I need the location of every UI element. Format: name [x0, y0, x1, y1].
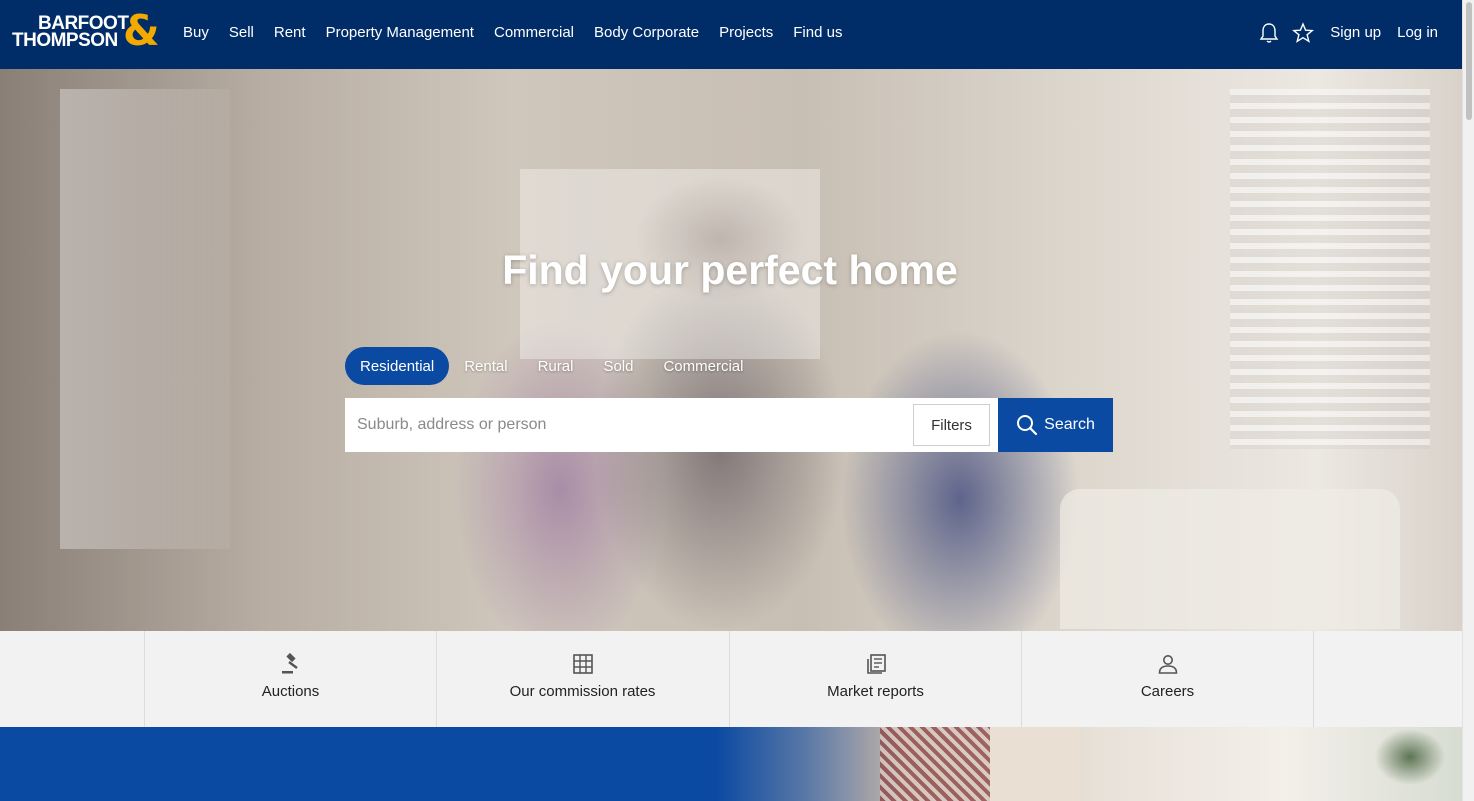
promo-banner	[0, 727, 1462, 801]
quick-link-label: Careers	[1140, 683, 1195, 700]
quick-link-label: Our commission rates	[509, 683, 656, 700]
nav-rent[interactable]: Rent	[274, 24, 306, 41]
person-icon	[1157, 653, 1179, 675]
gavel-icon	[280, 653, 302, 675]
search-type-tabs: Residential Rental Rural Sold Commercial	[345, 347, 758, 385]
hero-photo-sofa	[1060, 489, 1400, 629]
banner-photo-plant	[1370, 727, 1462, 801]
nav-property-management[interactable]: Property Management	[326, 24, 474, 41]
tab-rural[interactable]: Rural	[523, 347, 589, 385]
quick-link-auctions[interactable]: Auctions	[144, 631, 436, 727]
tab-commercial[interactable]: Commercial	[648, 347, 758, 385]
quick-links-divider	[1313, 631, 1314, 727]
nav-body-corporate[interactable]: Body Corporate	[594, 24, 699, 41]
logo-line-2: THOMPSON	[12, 30, 118, 51]
hero-photo-curtain	[60, 89, 230, 549]
quick-link-label: Market reports	[827, 683, 924, 700]
nav-find-us[interactable]: Find us	[793, 24, 842, 41]
quick-link-market-reports[interactable]: Market reports	[729, 631, 1021, 727]
star-icon[interactable]	[1292, 21, 1315, 44]
nav-buy[interactable]: Buy	[183, 24, 209, 41]
filters-button[interactable]: Filters	[913, 404, 990, 446]
user-nav: Sign up Log in	[1258, 0, 1438, 65]
log-in-link[interactable]: Log in	[1397, 24, 1438, 41]
search-bar: Filters Search	[345, 398, 1113, 452]
search-input[interactable]	[345, 398, 911, 452]
quick-link-careers[interactable]: Careers	[1021, 631, 1313, 727]
nav-commercial[interactable]: Commercial	[494, 24, 574, 41]
search-button-label: Search	[1044, 416, 1095, 433]
bell-icon[interactable]	[1258, 22, 1280, 44]
nav-projects[interactable]: Projects	[719, 24, 773, 41]
site-logo[interactable]: BARFOOT THOMPSON &	[12, 10, 160, 56]
banner-photo-sleeve	[990, 727, 1080, 801]
nav-sell[interactable]: Sell	[229, 24, 254, 41]
search-button[interactable]: Search	[998, 398, 1113, 452]
hero-title: Find your perfect home	[502, 247, 958, 293]
tab-sold[interactable]: Sold	[588, 347, 648, 385]
search-icon	[1016, 414, 1038, 436]
quick-links: Auctions Our commission rates Market rep…	[0, 631, 1462, 727]
banner-photo-shirt	[880, 727, 990, 801]
site-header: BARFOOT THOMPSON & Buy Sell Rent Propert…	[0, 0, 1462, 69]
quick-link-label: Auctions	[261, 683, 320, 700]
grid-icon	[572, 653, 594, 675]
page-scrollbar[interactable]	[1462, 0, 1474, 801]
logo-ampersand: &	[123, 6, 160, 55]
tab-residential[interactable]: Residential	[345, 347, 450, 385]
main-nav: Buy Sell Rent Property Management Commer…	[183, 0, 862, 65]
reports-icon	[865, 653, 887, 675]
hero-section: Find your perfect home Residential Renta…	[0, 69, 1462, 631]
sign-up-link[interactable]: Sign up	[1330, 24, 1381, 41]
scrollbar-thumb[interactable]	[1466, 2, 1472, 120]
tab-rental[interactable]: Rental	[449, 347, 522, 385]
quick-link-commission-rates[interactable]: Our commission rates	[436, 631, 728, 727]
